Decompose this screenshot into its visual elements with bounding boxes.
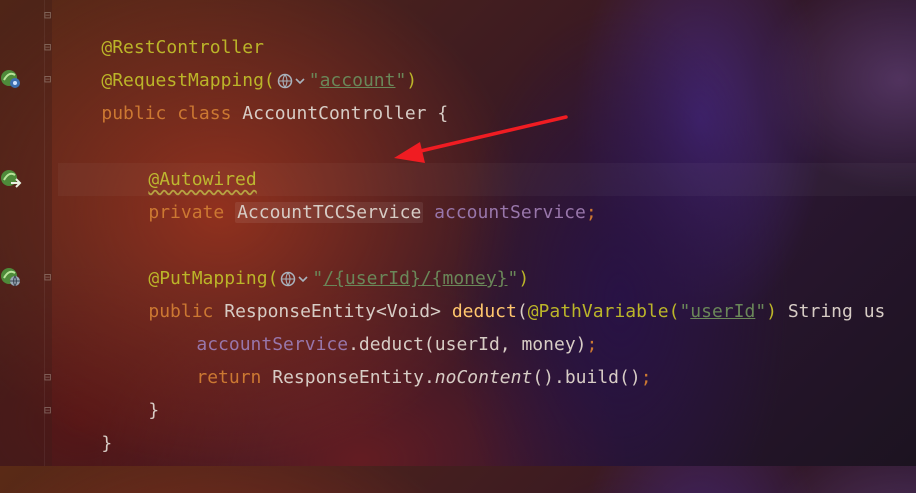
spring-bean-icon[interactable]	[0, 68, 22, 90]
code-line: @RestController	[58, 0, 916, 58]
spring-web-endpoint-icon[interactable]	[0, 266, 22, 288]
spring-injection-icon[interactable]	[0, 168, 22, 190]
code-line: @PutMapping("/{userId}/{money}")	[148, 268, 530, 289]
code-line: accountService.deduct(userId, money);	[196, 334, 598, 355]
code-line: public class AccountController {	[101, 103, 449, 124]
type-reference[interactable]: AccountTCCService	[235, 202, 424, 223]
fold-marker[interactable]: ⊟	[44, 370, 56, 384]
class-name: AccountController {	[242, 103, 449, 124]
code-line-current: private AccountTCCService accountService…	[58, 163, 916, 223]
fold-marker[interactable]: ⊟	[44, 40, 56, 54]
fold-marker[interactable]: ⊟	[44, 403, 56, 417]
code-line: public ResponseEntity<Void> deduct(@Path…	[148, 301, 886, 322]
code-line: }	[101, 433, 113, 454]
code-line: @Autowired	[58, 130, 916, 190]
fold-marker[interactable]: ⊟	[44, 72, 56, 86]
code-line: return ResponseEntity.noContent().build(…	[196, 367, 652, 388]
fold-marker[interactable]: ⊟	[44, 270, 56, 284]
fold-marker[interactable]: ⊟	[44, 8, 56, 22]
code-line: @RequestMapping("account")	[101, 70, 418, 91]
editor-gutter: ⊟ ⊟ ⊟ ⊟ ⊟ ⊟	[0, 0, 52, 466]
gutter-separator	[44, 0, 45, 466]
field-name: accountService	[434, 202, 586, 223]
code-line: }	[148, 400, 160, 421]
